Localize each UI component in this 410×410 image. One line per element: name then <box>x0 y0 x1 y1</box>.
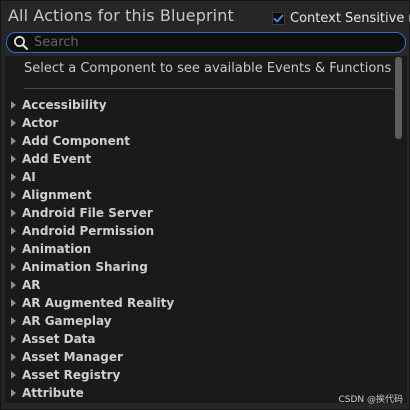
checkmark-icon <box>273 14 284 22</box>
category-item-label: Actor <box>22 116 59 130</box>
context-sensitive-checkbox[interactable] <box>272 11 285 25</box>
category-item-label: AI <box>22 170 36 184</box>
caret-right-icon[interactable] <box>11 335 16 343</box>
list-scrollbar[interactable] <box>395 57 402 401</box>
caret-right-icon[interactable] <box>11 173 16 181</box>
category-item[interactable]: Asset Manager <box>5 348 393 366</box>
caret-right-icon[interactable] <box>11 101 16 109</box>
category-item[interactable]: Add Component <box>5 132 393 150</box>
caret-right-icon[interactable] <box>11 245 16 253</box>
panel-header: All Actions for this Blueprint Context S… <box>1 1 410 33</box>
action-list[interactable]: Select a Component to see available Even… <box>5 56 407 403</box>
category-item-label: Android Permission <box>22 224 155 238</box>
category-item-label: Attribute <box>22 386 84 400</box>
caret-right-icon[interactable] <box>11 281 16 289</box>
caret-right-icon[interactable] <box>11 191 16 199</box>
context-sensitive-label[interactable]: Context Sensitive <box>290 11 404 26</box>
category-item-label: Animation Sharing <box>22 260 148 274</box>
caret-right-icon[interactable] <box>11 371 16 379</box>
category-item-label: Add Component <box>22 134 130 148</box>
category-item-label: Asset Manager <box>22 350 123 364</box>
category-item[interactable]: Alignment <box>5 186 393 204</box>
category-item[interactable]: Actor <box>5 114 393 132</box>
scrollbar-thumb[interactable] <box>395 57 402 139</box>
category-item[interactable]: Add Event <box>5 150 393 168</box>
category-item[interactable]: AR Gameplay <box>5 312 393 330</box>
caret-right-icon[interactable] <box>11 263 16 271</box>
caret-right-icon[interactable] <box>11 299 16 307</box>
category-item[interactable]: AR <box>5 276 393 294</box>
category-item-label: AR <box>22 278 41 292</box>
category-item[interactable]: Attribute <box>5 384 393 402</box>
caret-right-icon[interactable] <box>11 317 16 325</box>
search-input[interactable] <box>30 33 405 52</box>
category-item[interactable]: Android Permission <box>5 222 393 240</box>
blueprint-actions-panel: All Actions for this Blueprint Context S… <box>0 0 410 410</box>
search-icon <box>12 34 30 52</box>
caret-right-icon[interactable] <box>11 389 16 397</box>
category-item[interactable]: Accessibility <box>5 96 393 114</box>
caret-right-icon[interactable] <box>11 353 16 361</box>
category-item-label: AR Gameplay <box>22 314 112 328</box>
category-item[interactable]: Animation Sharing <box>5 258 393 276</box>
caret-right-icon[interactable] <box>11 137 16 145</box>
category-item-label: Asset Registry <box>22 368 121 382</box>
category-item-label: Add Event <box>22 152 92 166</box>
category-item-label: Alignment <box>22 188 92 202</box>
search-box[interactable] <box>6 32 406 53</box>
category-item[interactable]: Android File Server <box>5 204 393 222</box>
category-item[interactable]: Asset Data <box>5 330 393 348</box>
category-item[interactable]: Asset Registry <box>5 366 393 384</box>
category-item-label: Android File Server <box>22 206 153 220</box>
category-item[interactable]: Animation <box>5 240 393 258</box>
category-item-label: Animation <box>22 242 92 256</box>
component-hint-text: Select a Component to see available Even… <box>24 61 392 76</box>
context-sensitive-toggle[interactable]: Context Sensitive <box>272 9 410 27</box>
caret-right-icon[interactable] <box>11 119 16 127</box>
watermark: CSDN @挨代码 <box>338 395 403 405</box>
caret-right-icon[interactable] <box>11 227 16 235</box>
category-item-label: AR Augmented Reality <box>22 296 175 310</box>
panel-title: All Actions for this Blueprint <box>8 6 234 25</box>
caret-right-icon[interactable] <box>11 209 16 217</box>
caret-right-icon[interactable] <box>11 155 16 163</box>
category-list: Accessibility Actor Add Component Add Event… <box>5 96 393 402</box>
category-item-label: Asset Data <box>22 332 96 346</box>
category-item[interactable]: AI <box>5 168 393 186</box>
category-item-label: Accessibility <box>22 98 107 112</box>
divider <box>24 88 393 89</box>
category-item[interactable]: AR Augmented Reality <box>5 294 393 312</box>
